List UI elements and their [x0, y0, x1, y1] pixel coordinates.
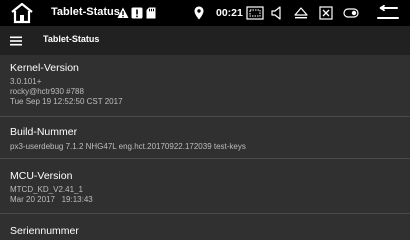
menu-button[interactable]: [10, 34, 22, 46]
mcu-version-title: MCU-Version: [10, 170, 73, 182]
page-title: Tablet-Status: [43, 34, 100, 44]
back-icon: [377, 5, 399, 19]
volume-icon: [271, 6, 281, 20]
home-button[interactable]: [10, 2, 34, 24]
eject-icon: [294, 7, 308, 19]
serial-number-item[interactable]: Seriennummer: [0, 225, 410, 238]
statusbar-title: Tablet-Status: [51, 6, 120, 18]
kernel-version-summary: 3.0.101+ rocky@hctr930 #788 Tue Sep 19 1…: [10, 77, 123, 106]
toolbar: Tablet-Status: [0, 26, 410, 55]
kernel-version-title: Kernel-Version: [10, 62, 79, 74]
mcu-version-summary: MTCD_KD_V2.41_1 Mar 20 2017 19:13:43: [10, 185, 93, 204]
divider: [0, 158, 410, 159]
serial-number-title: Seriennummer: [10, 225, 79, 237]
back-button[interactable]: [376, 4, 400, 22]
mcu-version-item[interactable]: MCU-Version MTCD_KD_V2.41_1 Mar 20 2017 …: [0, 170, 410, 205]
screenshot-icon: [246, 6, 264, 20]
build-number-item[interactable]: Build-Nummer px3-userdebug 7.1.2 NHG47L …: [0, 126, 410, 152]
warning-icon: [117, 6, 129, 20]
sd-card-icon: [146, 6, 156, 20]
build-number-title: Build-Nummer: [10, 126, 78, 138]
status-clock: 00:21: [216, 7, 243, 19]
divider: [0, 213, 410, 214]
status-bar: Tablet-Status 00:21: [0, 0, 410, 26]
location-icon: [193, 5, 205, 21]
build-number-summary: px3-userdebug 7.1.2 NHG47L eng.hct.20170…: [10, 142, 246, 151]
home-icon: [11, 2, 33, 24]
divider: [0, 116, 410, 117]
volume-button[interactable]: [270, 5, 284, 21]
status-list[interactable]: Kernel-Version 3.0.101+ rocky@hctr930 #7…: [0, 55, 410, 240]
screenshot-button[interactable]: [246, 5, 264, 21]
close-app-button[interactable]: [318, 5, 334, 21]
eject-button[interactable]: [294, 5, 308, 21]
toggle-button[interactable]: [343, 6, 359, 20]
menu-icon: [10, 36, 22, 46]
alert-icon: [131, 6, 143, 20]
close-box-icon: [319, 6, 333, 20]
kernel-version-item[interactable]: Kernel-Version 3.0.101+ rocky@hctr930 #7…: [0, 62, 410, 107]
toggle-icon: [343, 8, 359, 18]
